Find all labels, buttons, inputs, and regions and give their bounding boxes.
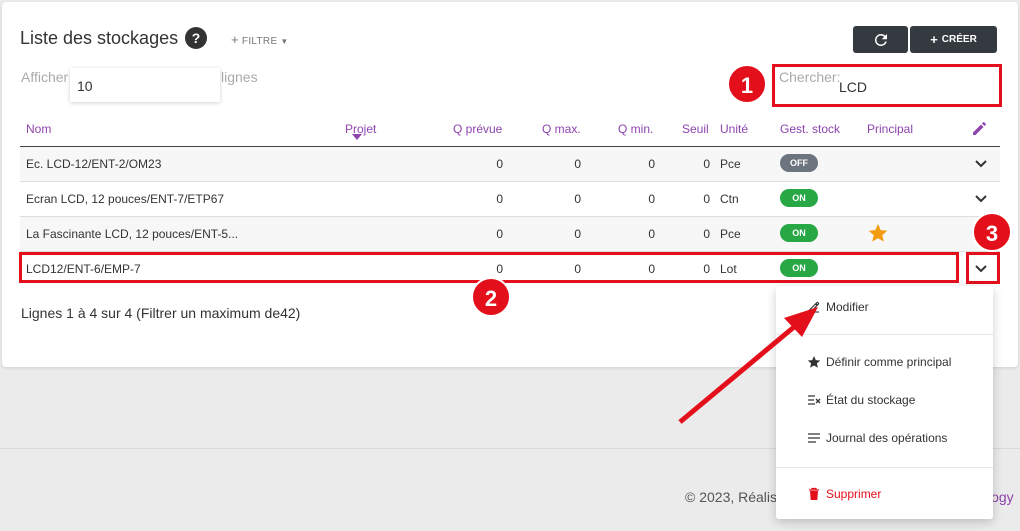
cell-q-min: 0 [648,157,655,171]
row-actions-menu: Modifier Définir comme principal État du… [776,286,993,519]
menu-item-supprimer[interactable]: Supprimer [776,479,993,509]
menu-item-journal[interactable]: Journal des opérations [776,423,993,453]
column-header-q-prevue[interactable]: Q prévue [453,122,502,136]
menu-divider [776,334,993,335]
caret-down-icon: ▼ [280,37,289,46]
refresh-icon [874,33,887,46]
stock-toggle[interactable]: OFF [780,154,818,172]
cell-nom: Ec. LCD-12/ENT-2/OM23 [26,157,162,171]
create-label: CRÉER [941,34,977,45]
menu-item-modifier[interactable]: Modifier [776,292,993,322]
cell-nom: La Fascinante LCD, 12 pouces/ENT-5... [26,227,239,241]
star-icon [807,356,821,368]
menu-item-label: Modifier [826,300,869,314]
cell-nom: Ecran LCD, 12 pouces/ENT-7/ETP67 [26,192,225,206]
star-icon [868,224,888,242]
cell-seuil: 0 [703,227,710,241]
footer-copyright: © 2023, Réalis [685,489,778,505]
cell-seuil: 0 [703,192,710,206]
cell-unite: Ctn [720,192,739,206]
cell-q-min: 0 [648,227,655,241]
refresh-button[interactable] [853,26,908,53]
menu-divider [776,467,993,468]
column-header-q-max[interactable]: Q max. [542,122,581,136]
annotation-badge-1: 1 [727,64,767,104]
cell-unite: Pce [720,227,741,241]
create-button[interactable]: + CRÉER [910,26,997,53]
annotation-badge-2: 2 [471,277,511,317]
show-suffix-label: lignes [221,69,258,85]
stock-toggle[interactable]: ON [780,224,818,242]
cell-unite: Pce [720,157,741,171]
search-input[interactable]: LCD [832,70,997,102]
table-row: Ecran LCD, 12 pouces/ENT-7/ETP67 0 0 0 0… [20,182,1000,217]
column-header-gest-stock[interactable]: Gest. stock [780,122,840,136]
column-header-seuil[interactable]: Seuil [682,122,709,136]
list-check-icon [808,395,821,405]
cell-q-max: 0 [574,157,581,171]
cell-q-max: 0 [574,227,581,241]
show-prefix-label: Afficher [21,69,69,85]
pencil-icon [808,301,820,313]
column-header-nom[interactable]: Nom [26,122,51,136]
menu-item-label: État du stockage [826,393,916,407]
plus-icon: + [231,32,239,47]
chevron-highlight-box [966,252,1000,284]
filter-label: FILTRE [241,36,278,47]
page-title: Liste des stockages [20,28,179,48]
pencil-icon[interactable] [970,118,990,138]
column-header-principal[interactable]: Principal [867,122,913,136]
cell-q-prevue: 0 [496,227,503,241]
table-row: Ec. LCD-12/ENT-2/OM23 0 0 0 0 Pce OFF [20,147,1000,182]
stock-toggle[interactable]: ON [780,189,818,207]
help-icon[interactable]: ? [185,27,207,49]
chevron-down-icon[interactable] [974,191,988,205]
table-info: Lignes 1 à 4 sur 4 (Filtrer un maximum d… [21,305,301,321]
sort-desc-icon [352,134,362,140]
menu-item-label: Supprimer [826,487,882,501]
column-header-q-min[interactable]: Q min. [618,122,653,136]
trash-icon [809,487,819,500]
cell-seuil: 0 [703,157,710,171]
cell-q-prevue: 0 [496,157,503,171]
menu-item-definir-principal[interactable]: Définir comme principal [776,347,993,377]
menu-item-label: Définir comme principal [826,355,952,369]
cell-q-max: 0 [574,192,581,206]
page-size-select[interactable]: 10 [70,68,220,102]
annotation-badge-3: 3 [972,212,1012,252]
table-row: La Fascinante LCD, 12 pouces/ENT-5... 0 … [20,217,1000,252]
menu-item-etat-stockage[interactable]: État du stockage [776,385,993,415]
list-icon [808,433,820,443]
column-header-unite[interactable]: Unité [720,122,748,136]
cell-q-prevue: 0 [496,192,503,206]
plus-icon: + [930,32,938,47]
cell-q-min: 0 [648,192,655,206]
filter-button[interactable]: + FILTRE ▼ [231,32,289,47]
chevron-down-icon[interactable] [974,156,988,170]
menu-item-label: Journal des opérations [826,431,948,445]
